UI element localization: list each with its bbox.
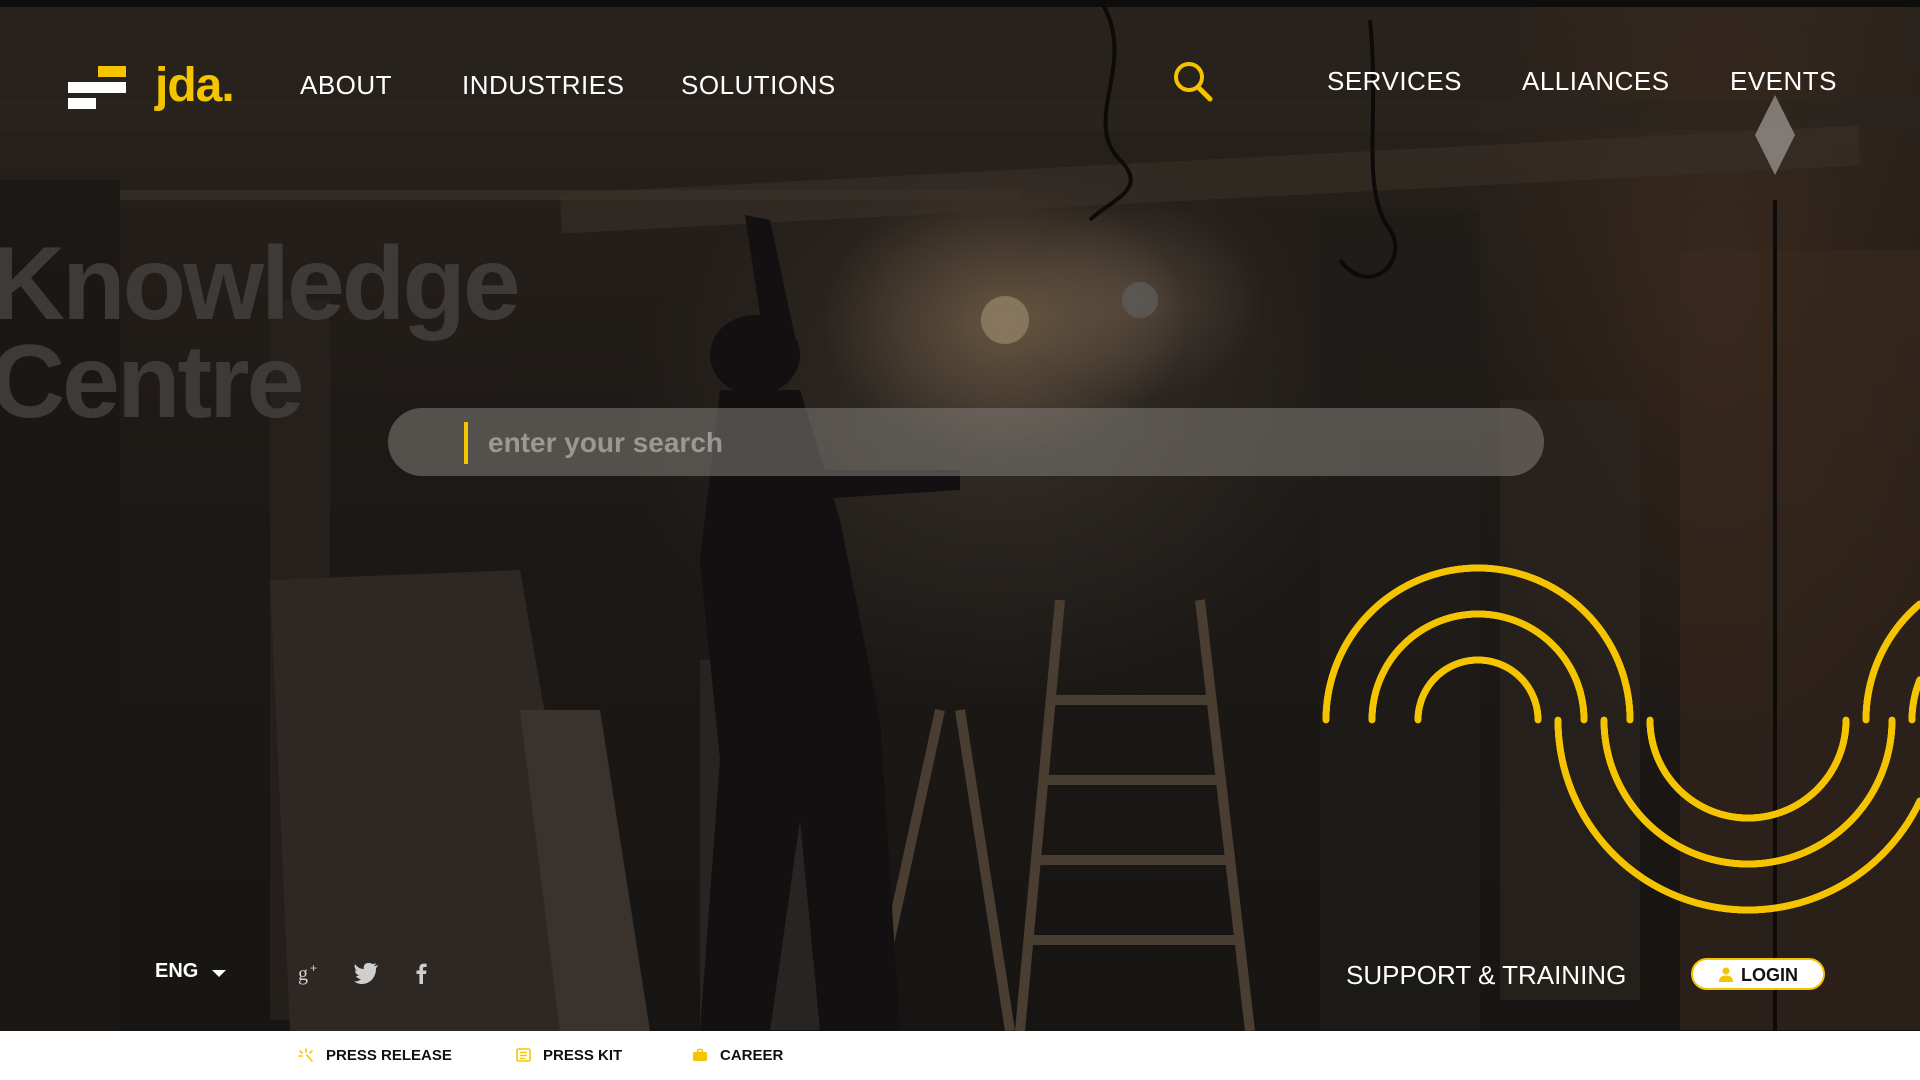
dotted-wave-graphic [1322, 564, 1920, 914]
wave-dot [1534, 716, 1542, 724]
wave-dot [1580, 716, 1588, 724]
wave-dot [1626, 716, 1634, 724]
wave-dot [1554, 716, 1562, 724]
hero-section: jda. ABOUT INDUSTRIES SOLUTIONS SERVICES… [0, 0, 1920, 1031]
